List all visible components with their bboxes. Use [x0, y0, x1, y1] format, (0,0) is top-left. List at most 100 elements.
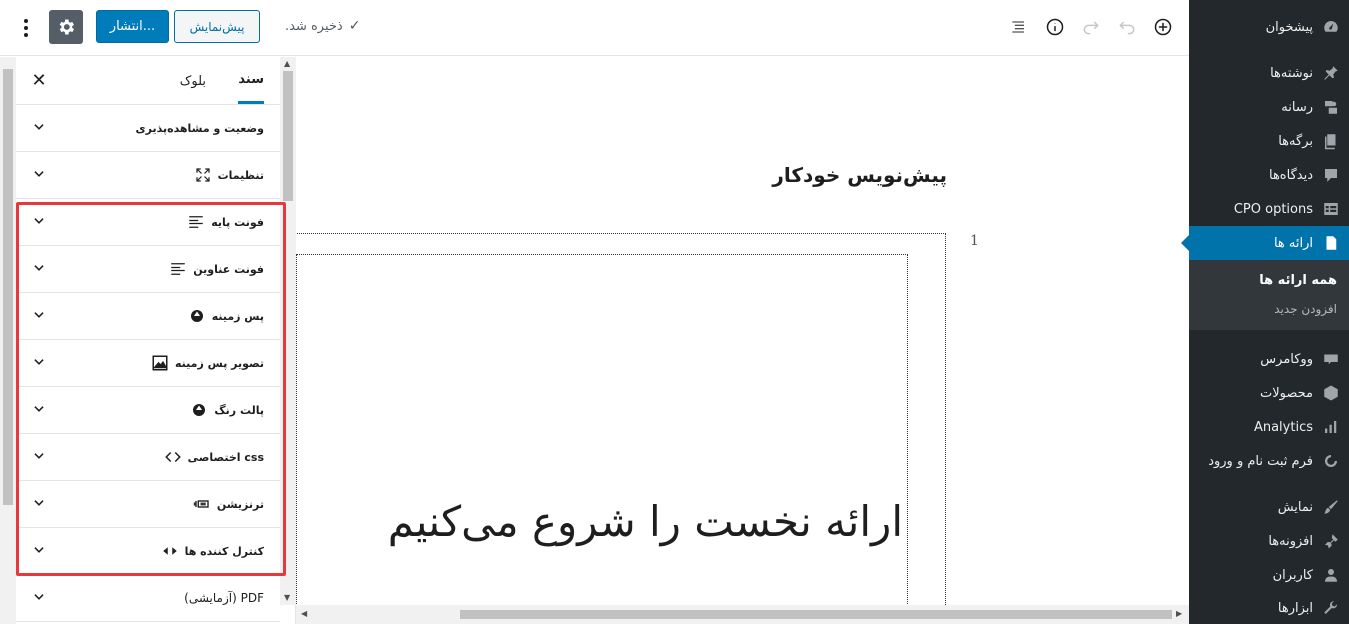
admin-menu-dashboard[interactable]: پیشخوان: [1189, 10, 1349, 44]
scroll-up-arrow-icon[interactable]: ▲: [284, 59, 290, 68]
chevron-down-icon: [34, 124, 44, 130]
gear-icon: [59, 19, 74, 35]
document-icon: [1326, 236, 1337, 250]
redo-icon: [1083, 21, 1099, 35]
submenu-all-presentations[interactable]: همه ارائه ها: [1259, 273, 1337, 288]
panel-scrollbar[interactable]: ▲ ▼: [280, 57, 296, 605]
panel-row-background-image[interactable]: تصویر پس زمینه: [16, 340, 280, 387]
save-status: ✓ ذخیره شد.: [285, 18, 360, 34]
dashboard-icon: [1324, 21, 1338, 32]
canvas-horizontal-scrollbar[interactable]: ◀ ▶: [296, 605, 1189, 624]
scroll-right-arrow-icon[interactable]: ▶: [1176, 609, 1182, 618]
info-icon: [1046, 18, 1064, 36]
more-options-icon[interactable]: [16, 14, 36, 42]
bar-chart-icon: [1325, 421, 1337, 433]
admin-menu-cpo-options[interactable]: CPO options: [1189, 192, 1349, 226]
panel-row-label: وضعیت و مشاهده‌پذیری: [135, 121, 264, 135]
scrollbar-thumb[interactable]: [3, 69, 13, 505]
chevron-down-icon: [34, 406, 44, 412]
list-view-icon: [1012, 21, 1024, 33]
saved-text: ذخیره شد.: [285, 18, 343, 34]
brush-icon: [1324, 500, 1338, 514]
admin-menu-media[interactable]: رسانه: [1189, 90, 1349, 124]
tab-document[interactable]: سند: [238, 57, 264, 104]
editor-canvas: پیش‌نویس خودکار 1 ارائه نخست را شروع می‌…: [296, 57, 1189, 624]
panel-row-pdf[interactable]: PDF (آزمایشی): [16, 575, 280, 622]
scroll-left-arrow-icon[interactable]: ◀: [301, 609, 307, 618]
admin-menu-plugins[interactable]: افزونه‌ها: [1189, 524, 1349, 558]
woo-icon: [1324, 354, 1338, 365]
admin-menu-users[interactable]: کاربران: [1189, 558, 1349, 592]
admin-menu-registration-form[interactable]: فرم ثبت نام و ورود: [1189, 444, 1349, 478]
panel-row-custom-css[interactable]: css اختصاصی: [16, 434, 280, 481]
panel-row-color-palette[interactable]: پالت رنگ: [16, 387, 280, 434]
slide-number: 1: [970, 233, 979, 249]
comments-icon: [1325, 169, 1337, 182]
panel-row-status[interactable]: وضعیت و مشاهده‌پذیری: [16, 105, 280, 152]
document-title[interactable]: پیش‌نویس خودکار: [772, 163, 947, 187]
tab-block[interactable]: بلوک: [180, 57, 206, 105]
admin-menu-presentations[interactable]: ارائه ها: [1181, 226, 1349, 260]
chevron-down-icon: [34, 594, 44, 600]
fullscreen-icon: [196, 168, 210, 182]
undo-button[interactable]: [1116, 16, 1138, 38]
panel-row-background[interactable]: پس زمینه: [16, 293, 280, 340]
pin-icon: [1324, 66, 1338, 80]
document-settings-panel: سند بلوک ✕ وضعیت و مشاهده‌پذیری تنظیمات …: [16, 57, 280, 624]
publish-button[interactable]: انتشار...: [96, 10, 169, 43]
info-button[interactable]: [1044, 16, 1066, 38]
scrollbar-thumb[interactable]: [460, 610, 1172, 619]
scrollbar-thumb[interactable]: [283, 71, 293, 201]
panel-row-settings[interactable]: تنظیمات: [16, 152, 280, 199]
settings-button[interactable]: [49, 10, 83, 44]
panel-row-transition[interactable]: ترنزیشن: [16, 481, 280, 528]
wrench-icon: [1324, 601, 1338, 614]
add-block-button[interactable]: [1152, 16, 1174, 38]
redo-button[interactable]: [1080, 16, 1102, 38]
block-navigation-button[interactable]: [1008, 16, 1030, 38]
admin-menu-woocommerce[interactable]: ووکامرس: [1189, 342, 1349, 376]
panel-row-label: فونت عناوین: [193, 262, 264, 276]
media-icon: [1325, 101, 1337, 114]
chevron-down-icon: [34, 547, 44, 553]
transition-icon: [193, 500, 209, 508]
table-icon: [1324, 203, 1338, 215]
submenu-add-new[interactable]: افزودن جدید: [1274, 302, 1337, 316]
close-icon[interactable]: ✕: [28, 69, 50, 91]
panel-row-heading-font[interactable]: فونت عناوین: [16, 246, 280, 293]
settings-sidebar: ▲ ▼ سند بلوک ✕ وضعیت و مشاهده‌پذیری تنظی…: [0, 57, 296, 624]
editor-screen: انتشار... پیش‌نمایش ✓ ذخیره شد. ▲ ▼: [0, 0, 1349, 624]
admin-menu-posts[interactable]: نوشته‌ها: [1189, 56, 1349, 90]
sidebar-scrollbar[interactable]: [0, 57, 16, 624]
sidebar-tabs: سند بلوک ✕: [16, 57, 280, 105]
panel-row-label: کنترل کننده ها: [184, 544, 264, 558]
circle-icon: [1325, 455, 1337, 467]
admin-menu-pages[interactable]: برگه‌ها: [1189, 124, 1349, 158]
admin-menu: پیشخوان نوشته‌ها رسانه برگه‌ها دیدگاه‌ها…: [1181, 0, 1349, 624]
user-icon: [1325, 569, 1337, 582]
admin-menu-appearance[interactable]: نمایش: [1189, 490, 1349, 524]
panel-row-label: ترنزیشن: [216, 497, 264, 511]
code-icon: [164, 451, 181, 463]
chevron-down-icon: [34, 359, 44, 365]
box-icon: [1324, 385, 1338, 401]
panel-row-controls[interactable]: کنترل کننده ها: [16, 528, 280, 575]
panel-row-base-font[interactable]: فونت پایه: [16, 199, 280, 246]
scroll-down-arrow-icon[interactable]: ▼: [284, 593, 290, 602]
slide-frame-inner[interactable]: [296, 254, 908, 624]
color-drop-icon: [193, 404, 206, 416]
chevron-down-icon: [34, 312, 44, 318]
chevron-down-icon: [34, 218, 44, 224]
text-lines-icon: [171, 263, 186, 275]
admin-menu-analytics[interactable]: Analytics: [1189, 410, 1349, 444]
check-icon: ✓: [348, 18, 361, 34]
slide-heading[interactable]: ارائه نخست را شروع می‌کنیم: [388, 497, 903, 546]
chevron-down-icon: [34, 500, 44, 506]
editor-toolbar: انتشار... پیش‌نمایش ✓ ذخیره شد.: [0, 0, 1189, 56]
admin-menu-comments[interactable]: دیدگاه‌ها: [1189, 158, 1349, 192]
admin-menu-products[interactable]: محصولات: [1189, 376, 1349, 410]
preview-button[interactable]: پیش‌نمایش: [174, 10, 260, 43]
panel-row-label: تنظیمات: [217, 168, 264, 182]
admin-menu-tools[interactable]: ابزارها: [1189, 591, 1349, 624]
panel-row-label: پس زمینه: [211, 309, 264, 323]
